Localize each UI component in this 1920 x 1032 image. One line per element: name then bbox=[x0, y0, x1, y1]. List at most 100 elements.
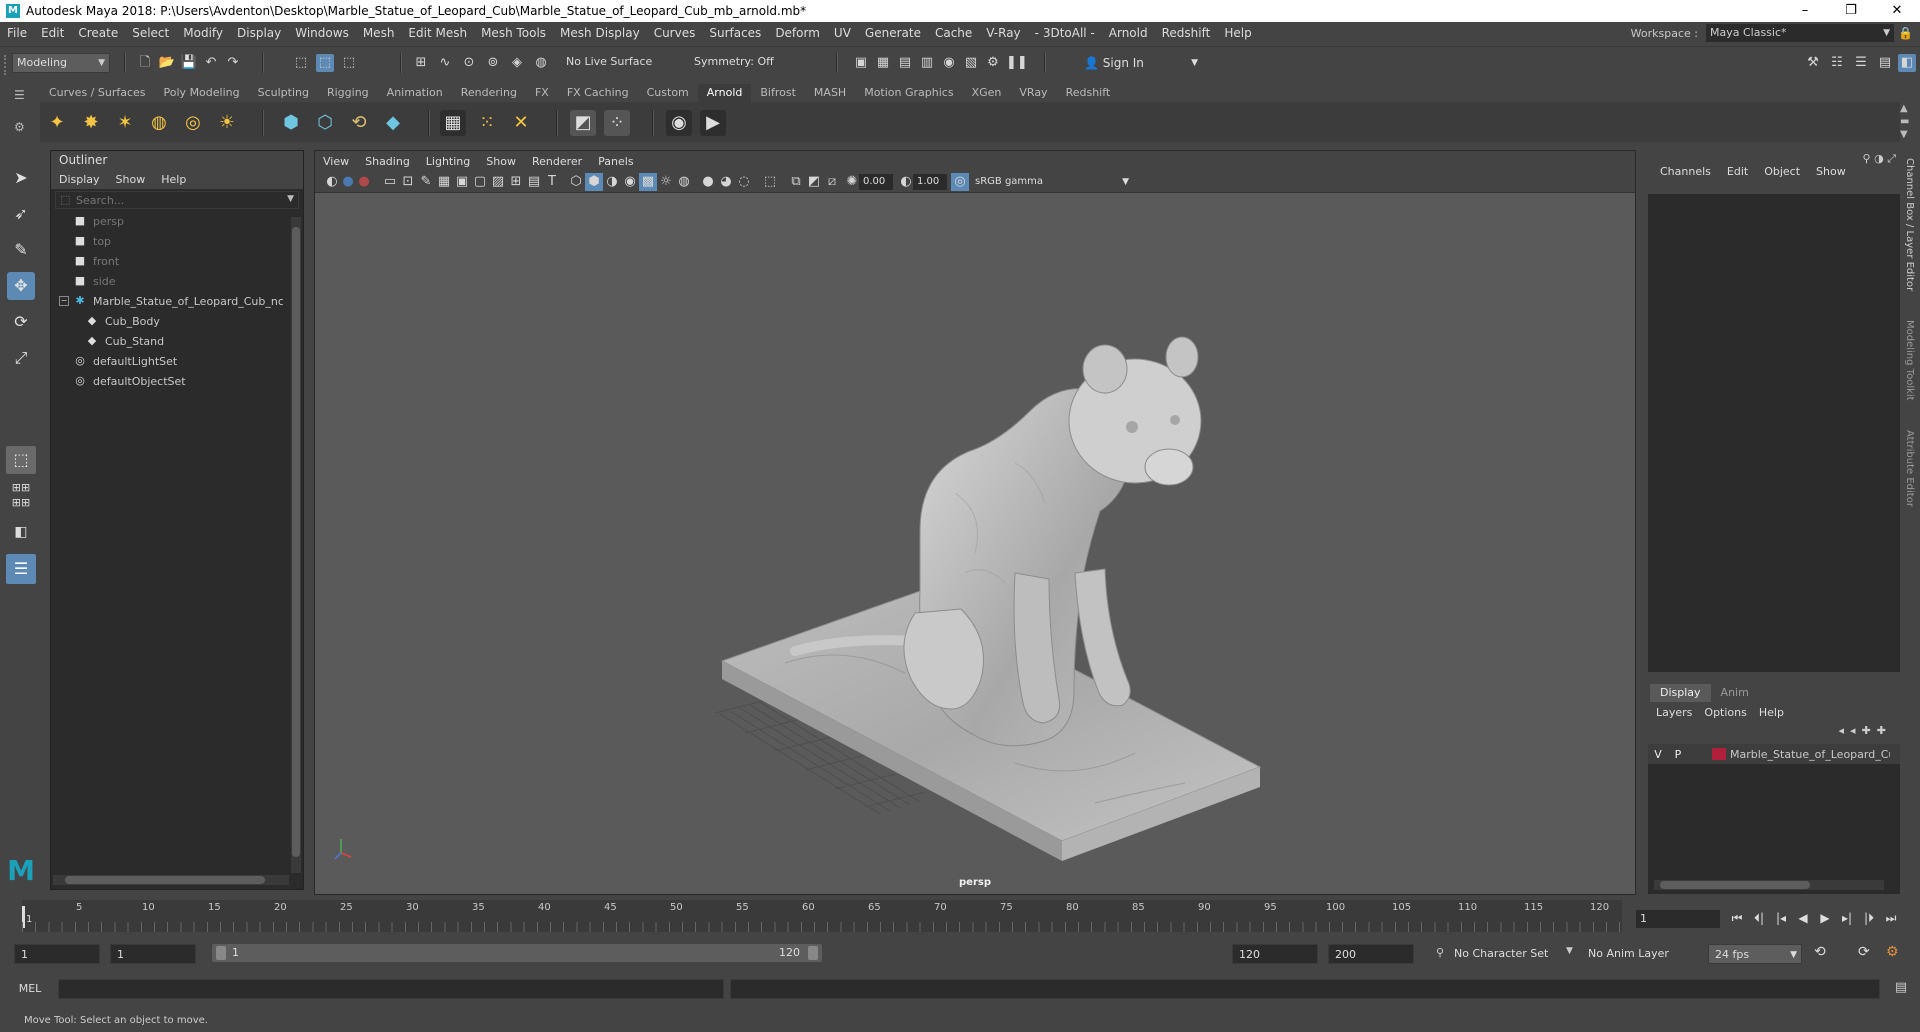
shelf-tab-redshift[interactable]: Redshift bbox=[1057, 84, 1120, 102]
snap-point-icon[interactable]: ⊙ bbox=[460, 54, 478, 72]
menu-redshift[interactable]: Redshift bbox=[1155, 22, 1218, 44]
textured-icon[interactable]: ◉ bbox=[621, 173, 639, 191]
hypershade-icon[interactable]: ◉ bbox=[940, 54, 958, 72]
render-current-frame-icon[interactable]: ▣ bbox=[852, 54, 870, 72]
attribute-icon[interactable]: ⚲ bbox=[1863, 152, 1871, 165]
channel-box-toggle-icon[interactable]: ◑ bbox=[1874, 152, 1884, 165]
single-perspective-view-icon[interactable]: ⬚ bbox=[6, 446, 36, 474]
tree-item-default-light-set[interactable]: ◎ defaultLightSet bbox=[73, 351, 303, 371]
safe-action-icon[interactable]: ▤ bbox=[525, 173, 543, 191]
ipr-render-icon[interactable]: ▧ bbox=[962, 54, 980, 72]
bookmark-icon[interactable]: ● bbox=[355, 173, 373, 191]
tree-item-cub-stand[interactable]: ◆ Cub_Stand bbox=[85, 331, 303, 351]
animation-preferences-icon[interactable]: ⚙ bbox=[1886, 944, 1899, 960]
character-set-icon[interactable]: ⚲ bbox=[1436, 946, 1444, 959]
menu-mesh-tools[interactable]: Mesh Tools bbox=[474, 22, 553, 44]
arnold-render-icon[interactable]: ⚙ bbox=[984, 54, 1002, 72]
layer-playback-toggle[interactable]: P bbox=[1668, 748, 1688, 761]
exposure-field[interactable]: 0.00 bbox=[859, 174, 893, 190]
isolate-select-icon[interactable]: ⬚ bbox=[761, 173, 779, 191]
new-layer-icon[interactable]: ✚ bbox=[1877, 724, 1892, 737]
viewport-menu-view[interactable]: View bbox=[315, 155, 357, 168]
menu-modify[interactable]: Modify bbox=[176, 22, 230, 44]
collapse-icon[interactable]: − bbox=[59, 296, 69, 306]
ambient-occlusion-icon[interactable]: ◍ bbox=[675, 173, 693, 191]
tree-item-side[interactable]: ■ side bbox=[73, 271, 303, 291]
shelf-menu-icon[interactable]: ☰ bbox=[14, 88, 28, 102]
outliner-vertical-scrollbar[interactable] bbox=[291, 217, 301, 873]
grid-toggle-icon[interactable]: ▦ bbox=[435, 173, 453, 191]
menu-file[interactable]: File bbox=[0, 22, 34, 44]
gate-mask-icon[interactable]: ▨ bbox=[489, 173, 507, 191]
shelf-tab-animation[interactable]: Animation bbox=[378, 84, 452, 102]
tree-item-persp[interactable]: ■ persp bbox=[73, 211, 303, 231]
layer-menu-help[interactable]: Help bbox=[1753, 706, 1790, 719]
go-to-start-icon[interactable]: ⏮ bbox=[1728, 908, 1746, 928]
pause-ipr-icon[interactable]: ❚❚ bbox=[1006, 54, 1028, 72]
outliner-horizontal-scrollbar[interactable] bbox=[53, 875, 289, 885]
menu-help[interactable]: Help bbox=[1217, 22, 1258, 44]
viewport-menu-show[interactable]: Show bbox=[478, 155, 524, 168]
shelf-tab-custom[interactable]: Custom bbox=[638, 84, 698, 102]
step-forward-frame-icon[interactable]: ▸| bbox=[1838, 908, 1856, 928]
render-settings-icon[interactable]: ▥ bbox=[918, 54, 936, 72]
play-backwards-icon[interactable]: ◀ bbox=[1794, 908, 1812, 928]
time-slider-track[interactable]: 1 5 10 15 20 25 30 35 40 45 50 55 60 65 … bbox=[22, 900, 1622, 932]
redo-icon[interactable]: ↷ bbox=[224, 54, 242, 72]
step-forward-key-icon[interactable]: |⏵ bbox=[1860, 908, 1878, 928]
live-surface-field[interactable]: No Live Surface bbox=[562, 53, 662, 73]
arnold-renderview-icon[interactable]: ◉ bbox=[666, 110, 692, 136]
menu-3dtoall[interactable]: - 3DtoAll - bbox=[1028, 22, 1102, 44]
channel-box-menu-show[interactable]: Show bbox=[1808, 165, 1854, 184]
gamma-field[interactable]: 1.00 bbox=[913, 174, 947, 190]
multisample-aa-icon[interactable]: ◕ bbox=[717, 173, 735, 191]
menu-surfaces[interactable]: Surfaces bbox=[702, 22, 768, 44]
photometric-light-icon[interactable]: ✶ bbox=[112, 110, 138, 136]
2d-pan-zoom-icon[interactable]: ⊡ bbox=[399, 173, 417, 191]
snap-curve-icon[interactable]: ∿ bbox=[436, 54, 454, 72]
play-forwards-icon[interactable]: ▶ bbox=[1816, 908, 1834, 928]
scrollbar-thumb[interactable] bbox=[65, 876, 265, 884]
paint-select-tool-icon[interactable]: ✎ bbox=[7, 236, 35, 264]
motion-blur-icon[interactable]: ● bbox=[699, 173, 717, 191]
shelf-tab-motion-graphics[interactable]: Motion Graphics bbox=[855, 84, 962, 102]
shadows-icon[interactable]: ☼ bbox=[657, 173, 675, 191]
shelf-tab-sculpting[interactable]: Sculpting bbox=[249, 84, 318, 102]
viewport-menu-panels[interactable]: Panels bbox=[590, 155, 641, 168]
color-management-icon[interactable]: ◎ bbox=[951, 173, 969, 191]
layer-horizontal-scrollbar[interactable] bbox=[1654, 880, 1884, 890]
sign-in-button[interactable]: 👤 Sign In ▼ bbox=[1084, 53, 1200, 73]
layer-color-swatch[interactable] bbox=[1712, 748, 1726, 760]
wireframe-icon[interactable]: ⬡ bbox=[567, 173, 585, 191]
move-layer-up-icon[interactable]: ◂ bbox=[1839, 724, 1851, 737]
channel-box-body[interactable] bbox=[1648, 194, 1900, 672]
command-input[interactable] bbox=[58, 979, 724, 999]
move-layer-down-icon[interactable]: ◂ bbox=[1850, 724, 1862, 737]
chevron-down-icon[interactable]: ▼ bbox=[1566, 946, 1573, 956]
shelf-tab-rendering[interactable]: Rendering bbox=[452, 84, 526, 102]
field-chart-icon[interactable]: ⊞ bbox=[507, 173, 525, 191]
image-plane-icon[interactable]: ▭ bbox=[381, 173, 399, 191]
layer-row[interactable]: V P Marble_Statue_of_Leopard_Cub bbox=[1648, 744, 1900, 764]
layer-display-type[interactable] bbox=[1688, 748, 1708, 761]
snap-view-plane-icon[interactable]: ◈ bbox=[508, 54, 526, 72]
range-start-handle[interactable] bbox=[216, 946, 226, 960]
menu-display[interactable]: Display bbox=[230, 22, 288, 44]
outliner-layout-icon[interactable]: ☰ bbox=[6, 554, 36, 584]
close-button[interactable]: ✕ bbox=[1874, 0, 1920, 22]
persp-outliner-layout-icon[interactable]: ◧ bbox=[6, 518, 36, 546]
grease-pencil-icon[interactable]: ✎ bbox=[417, 173, 435, 191]
side-tab-attribute-editor[interactable]: Attribute Editor bbox=[1904, 430, 1915, 507]
use-all-lights-icon[interactable]: ▩ bbox=[639, 173, 657, 191]
save-scene-icon[interactable]: 💾 bbox=[180, 54, 198, 72]
step-back-key-icon[interactable]: ⏴| bbox=[1750, 908, 1768, 928]
render-sequence-icon[interactable]: ▦ bbox=[874, 54, 892, 72]
menu-edit[interactable]: Edit bbox=[34, 22, 71, 44]
depth-of-field-icon[interactable]: ◌ bbox=[735, 173, 753, 191]
render-view-icon[interactable]: ▤ bbox=[896, 54, 914, 72]
menu-cache[interactable]: Cache bbox=[928, 22, 979, 44]
tree-item-default-object-set[interactable]: ◎ defaultObjectSet bbox=[73, 371, 303, 391]
modeling-toolkit-toggle-icon[interactable]: ⚒ bbox=[1804, 54, 1822, 72]
menu-arnold[interactable]: Arnold bbox=[1102, 22, 1155, 44]
tool-settings-toggle-icon[interactable]: ☰ bbox=[1852, 54, 1870, 72]
